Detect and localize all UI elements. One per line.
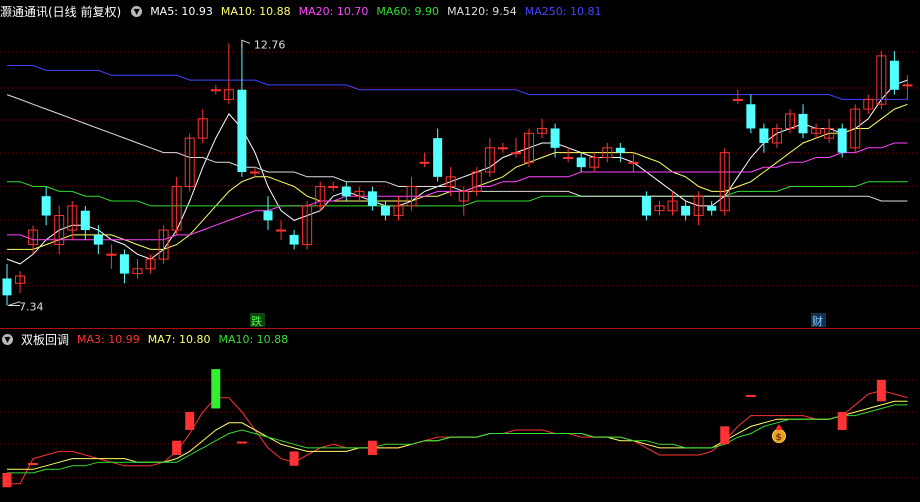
candlestick-chart[interactable]: 12.76 7.34 跌 财 xyxy=(0,0,920,328)
candle-body-up xyxy=(563,156,574,159)
candle-body-down xyxy=(550,128,560,148)
candle-body-down xyxy=(759,128,769,143)
candle-body-down xyxy=(2,278,12,296)
candle-body-down xyxy=(93,234,103,245)
candle-body-down xyxy=(681,205,691,216)
marker-cai: 财 xyxy=(812,314,823,328)
high-price-label: 12.76 xyxy=(254,38,286,51)
ma-line-ma60 xyxy=(7,181,908,207)
candle-body-down xyxy=(798,113,808,134)
candle-body-down xyxy=(641,196,651,216)
candle-body-down xyxy=(119,254,129,274)
high-arrow xyxy=(241,39,251,48)
candle-body-up xyxy=(497,147,508,150)
money-bag-icon-symbol: $ xyxy=(775,433,781,443)
indicator-bar-up xyxy=(837,412,847,430)
candle-body-down xyxy=(80,210,90,231)
candle-body-down xyxy=(889,60,899,90)
candle-body-up xyxy=(510,152,521,155)
indicator-chart[interactable]: $ xyxy=(0,328,920,502)
indicator-bar-up xyxy=(2,472,12,488)
candle-body-up xyxy=(902,84,913,87)
low-price-label: 7.34 xyxy=(19,301,44,314)
candle-body-down xyxy=(615,147,625,153)
candle-body-up xyxy=(210,89,221,92)
indicator-bar-up xyxy=(185,412,195,430)
indicator-bar-up xyxy=(289,451,299,466)
indicator-bar-up xyxy=(876,379,886,402)
ma-line-ma5 xyxy=(6,79,908,265)
candle-body-down xyxy=(263,210,273,221)
marker-die: 跌 xyxy=(251,314,262,328)
candle-body-down xyxy=(707,205,717,211)
indicator-bar-up xyxy=(720,426,730,445)
candle-body-down xyxy=(341,186,351,197)
candle-body-up xyxy=(276,229,287,232)
ma-line-ma120 xyxy=(6,94,908,202)
candle-body-down xyxy=(576,157,586,168)
ma-line-ma10 xyxy=(7,103,908,250)
indicator-bar-up xyxy=(172,440,182,456)
candle-body-down xyxy=(289,234,299,245)
candle-body-down xyxy=(837,128,847,153)
candle-body-up xyxy=(628,161,639,164)
indicator-bar-up xyxy=(367,440,377,456)
money-bag-icon-top xyxy=(774,424,783,430)
candle-body-down xyxy=(237,89,247,172)
candle-body-up xyxy=(106,253,117,256)
ma-line-ma250 xyxy=(7,65,908,100)
candle-body-up xyxy=(419,161,430,164)
candle-body-down xyxy=(367,191,377,206)
candle-body-down xyxy=(41,196,51,216)
candle-body-up xyxy=(249,171,260,174)
candle-body-up xyxy=(732,98,743,101)
indicator-bar-down xyxy=(211,369,221,409)
candle-body-up xyxy=(328,186,339,189)
candle-body-down xyxy=(380,205,390,216)
candle-body-down xyxy=(746,104,756,129)
candle-body-down xyxy=(433,138,443,177)
